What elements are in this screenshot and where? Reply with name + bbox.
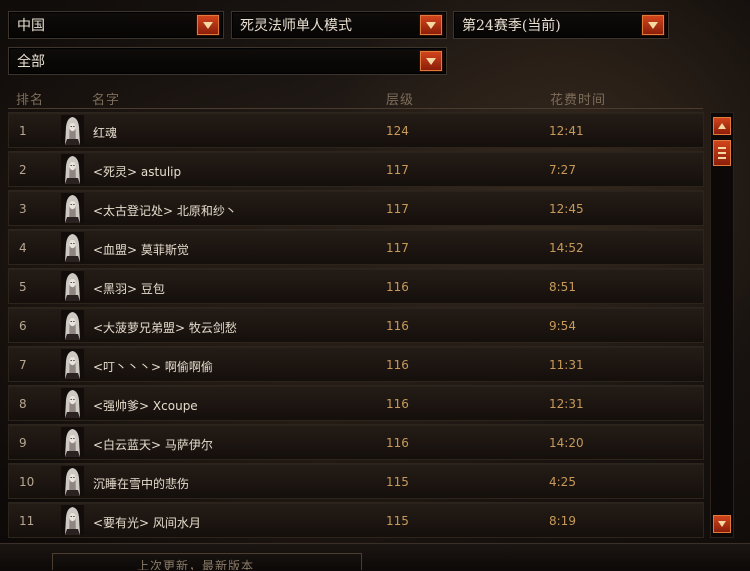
season-dropdown[interactable]: 第24赛季(当前) — [453, 11, 669, 39]
necromancer-portrait-icon — [61, 349, 84, 379]
leaderboard-row[interactable]: 5 <黑羽> 豆包 116 8:51 — [8, 268, 704, 304]
necromancer-portrait-icon — [61, 193, 84, 223]
time-cell: 11:31 — [549, 358, 584, 372]
level-cell: 116 — [386, 436, 409, 450]
necromancer-portrait-icon — [61, 427, 84, 457]
name-cell: <太古登记处> 北原和纱丶 — [93, 204, 237, 218]
chevron-down-icon[interactable] — [197, 15, 219, 35]
necromancer-portrait-icon — [61, 505, 84, 535]
level-cell: 117 — [386, 163, 409, 177]
level-cell: 115 — [386, 475, 409, 489]
level-cell: 124 — [386, 124, 409, 138]
clan-dropdown-value: 全部 — [17, 54, 45, 70]
rank-cell: 8 — [19, 397, 27, 411]
clan-dropdown[interactable]: 全部 — [8, 47, 447, 75]
leaderboard-row[interactable]: 10 沉睡在雪中的悲伤 115 4:25 — [8, 463, 704, 499]
name-cell: <要有光> 风间水月 — [93, 516, 201, 530]
leaderboard-row[interactable]: 9 <白云蓝天> 马萨伊尔 116 14:20 — [8, 424, 704, 460]
level-cell: 116 — [386, 397, 409, 411]
necromancer-portrait-icon — [61, 115, 84, 145]
name-cell: 红魂 — [93, 126, 118, 140]
necromancer-portrait-icon — [61, 232, 84, 262]
leaderboard-row[interactable]: 8 <强帅爹> Xcoupe 116 12:31 — [8, 385, 704, 421]
scroll-down-icon[interactable] — [713, 515, 731, 533]
header-level: 层级 — [386, 93, 415, 108]
chevron-down-icon[interactable] — [420, 15, 442, 35]
leaderboard-scrollbar[interactable] — [710, 112, 734, 538]
chevron-down-icon[interactable] — [420, 51, 442, 71]
mode-dropdown-value: 死灵法师单人模式 — [240, 18, 352, 34]
rank-cell: 4 — [19, 241, 27, 255]
level-cell: 116 — [386, 358, 409, 372]
chevron-down-icon[interactable] — [642, 15, 664, 35]
level-cell: 115 — [386, 514, 409, 528]
time-cell: 14:20 — [549, 436, 584, 450]
name-cell: <强帅爹> Xcoupe — [93, 399, 198, 413]
necromancer-portrait-icon — [61, 271, 84, 301]
necromancer-portrait-icon — [61, 388, 84, 418]
name-cell: <死灵> astulip — [93, 165, 182, 179]
level-cell: 117 — [386, 241, 409, 255]
time-cell: 8:19 — [549, 514, 576, 528]
necromancer-portrait-icon — [61, 310, 84, 340]
rank-cell: 3 — [19, 202, 27, 216]
header-time: 花费时间 — [550, 93, 607, 108]
rank-cell: 10 — [19, 475, 35, 489]
time-cell: 12:45 — [549, 202, 584, 216]
leaderboard-row[interactable]: 11 <要有光> 风间水月 115 8:19 — [8, 502, 704, 538]
leaderboard-row[interactable]: 4 <血盟> 莫菲斯觉 117 14:52 — [8, 229, 704, 265]
header-name: 名字 — [92, 93, 121, 108]
rank-cell: 2 — [19, 163, 27, 177]
level-cell: 116 — [386, 280, 409, 294]
region-dropdown-value: 中国 — [17, 18, 45, 34]
name-cell: <血盟> 莫菲斯觉 — [93, 243, 189, 257]
name-cell: <叮丶丶丶> 啊偷啊偷 — [93, 360, 213, 374]
time-cell: 7:27 — [549, 163, 576, 177]
last-updated-tab: 上次更新，最新版本 — [52, 553, 362, 570]
leaderboard-row[interactable]: 7 <叮丶丶丶> 啊偷啊偷 116 11:31 — [8, 346, 704, 382]
name-cell: <黑羽> 豆包 — [93, 282, 165, 296]
level-cell: 116 — [386, 319, 409, 333]
level-cell: 117 — [386, 202, 409, 216]
necromancer-portrait-icon — [61, 154, 84, 184]
time-cell: 14:52 — [549, 241, 584, 255]
scroll-thumb[interactable] — [713, 140, 731, 166]
name-cell: <白云蓝天> 马萨伊尔 — [93, 438, 213, 452]
scroll-up-icon[interactable] — [713, 117, 731, 135]
rank-cell: 11 — [19, 514, 35, 528]
rank-cell: 6 — [19, 319, 27, 333]
time-cell: 4:25 — [549, 475, 576, 489]
leaderboard-header: 排名 名字 层级 花费时间 — [8, 83, 703, 109]
leaderboard-row[interactable]: 3 <太古登记处> 北原和纱丶 117 12:45 — [8, 190, 704, 226]
leaderboard-row[interactable]: 1 红魂 124 12:41 — [8, 112, 704, 148]
rank-cell: 9 — [19, 436, 27, 450]
rank-cell: 7 — [19, 358, 27, 372]
time-cell: 9:54 — [549, 319, 576, 333]
necromancer-portrait-icon — [61, 466, 84, 496]
leaderboard-row[interactable]: 6 <大菠萝兄弟盟> 牧云剑愁 116 9:54 — [8, 307, 704, 343]
name-cell: <大菠萝兄弟盟> 牧云剑愁 — [93, 321, 237, 335]
season-dropdown-value: 第24赛季(当前) — [462, 18, 561, 34]
leaderboard-row[interactable]: 2 <死灵> astulip 117 7:27 — [8, 151, 704, 187]
rank-cell: 5 — [19, 280, 27, 294]
header-rank: 排名 — [16, 93, 45, 108]
mode-dropdown[interactable]: 死灵法师单人模式 — [231, 11, 447, 39]
time-cell: 12:31 — [549, 397, 584, 411]
name-cell: 沉睡在雪中的悲伤 — [93, 477, 190, 491]
rank-cell: 1 — [19, 124, 27, 138]
time-cell: 8:51 — [549, 280, 576, 294]
region-dropdown[interactable]: 中国 — [8, 11, 224, 39]
last-updated-text: 上次更新，最新版本 — [137, 559, 255, 570]
time-cell: 12:41 — [549, 124, 584, 138]
